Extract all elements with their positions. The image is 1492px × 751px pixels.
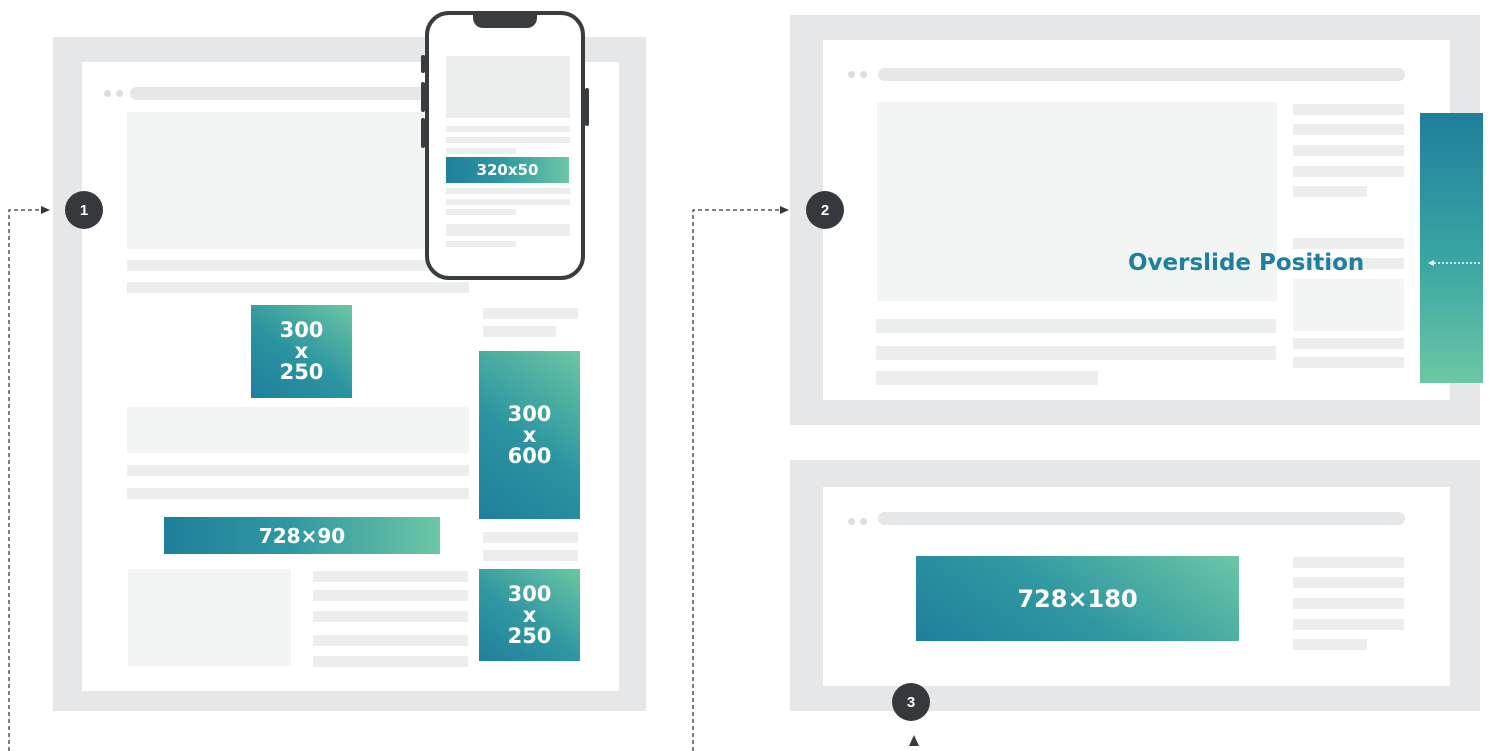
window-dot — [848, 518, 855, 525]
text-line — [446, 209, 516, 215]
ad-300x600-skyscraper: 300 x 600 — [479, 351, 580, 519]
window-dot — [104, 90, 111, 97]
mobile-phone-mockup: 320x50 — [425, 11, 585, 280]
sidebar-line — [1293, 166, 1404, 177]
arrow-right-icon — [41, 206, 50, 214]
text-line — [876, 346, 1276, 360]
sidebar-line — [483, 550, 578, 561]
window-dot — [848, 71, 855, 78]
step-badge-3: 3 — [892, 683, 930, 721]
sidebar-line — [1293, 639, 1367, 650]
text-line — [876, 371, 1098, 385]
text-line — [127, 260, 427, 271]
text-line — [446, 148, 516, 154]
text-line — [313, 656, 468, 667]
ad-overslide-panel — [1420, 113, 1483, 383]
connector-1 — [8, 209, 45, 751]
content-block-placeholder — [127, 407, 469, 453]
text-line — [446, 224, 570, 236]
window-dot — [860, 71, 867, 78]
sidebar-line — [483, 326, 556, 337]
ad-label: 300 x 250 — [279, 318, 324, 384]
sidebar-line — [1293, 557, 1404, 568]
hero-image-placeholder — [127, 112, 427, 249]
sidebar-line — [483, 308, 578, 319]
text-line — [127, 282, 469, 293]
step-badge-1: 1 — [65, 191, 103, 229]
arrow-up-icon — [909, 735, 919, 746]
phone-notch — [473, 14, 537, 28]
ad-300x250-inline: 300 x 250 — [251, 305, 352, 398]
ad-728x90-leaderboard: 728×90 — [164, 517, 440, 554]
window-dot — [860, 518, 867, 525]
step-badge-2: 2 — [806, 191, 844, 229]
text-line — [313, 635, 468, 646]
sidebar-line — [1293, 357, 1404, 368]
ad-label: 300 x 250 — [507, 581, 552, 648]
text-line — [313, 590, 468, 601]
sidebar-line — [1293, 238, 1404, 249]
ad-label: 728×180 — [1017, 584, 1138, 613]
arrow-right-icon — [780, 206, 789, 214]
text-line — [446, 137, 570, 143]
mobile-image-placeholder — [446, 56, 570, 118]
thumbnail-placeholder — [128, 569, 291, 666]
address-bar — [878, 512, 1405, 525]
text-line — [313, 611, 468, 622]
sidebar-line — [1293, 598, 1404, 609]
sidebar-line — [1293, 619, 1404, 630]
sidebar-line — [1293, 104, 1404, 115]
text-line — [127, 488, 469, 499]
sidebar-line — [1293, 577, 1404, 588]
address-bar — [878, 68, 1405, 81]
ad-728x180-billboard: 728×180 — [916, 556, 1239, 641]
ad-label: 320x50 — [476, 161, 539, 179]
sidebar-line — [1293, 124, 1404, 135]
sidebar-line — [1293, 145, 1404, 156]
arrow-left-icon — [1428, 260, 1482, 266]
connector-2 — [692, 209, 782, 751]
sidebar-line — [1293, 186, 1367, 197]
text-line — [446, 188, 570, 194]
sidebar-line — [1293, 338, 1404, 349]
text-line — [876, 319, 1276, 333]
window-dot — [116, 90, 123, 97]
sidebar-line — [483, 532, 578, 543]
text-line — [446, 241, 516, 247]
text-line — [313, 571, 468, 582]
ad-320x50-mobile: 320x50 — [446, 157, 569, 183]
overslide-position-label: Overslide Position — [1128, 250, 1365, 276]
ad-label: 300 x 600 — [507, 401, 552, 468]
text-line — [446, 199, 570, 205]
phone-button — [585, 88, 589, 126]
sidebar-image-placeholder — [1293, 279, 1404, 331]
text-line — [446, 126, 570, 132]
address-bar — [130, 87, 430, 100]
ad-300x250-sidebar: 300 x 250 — [479, 569, 580, 661]
text-line — [127, 465, 469, 476]
ad-label: 728×90 — [258, 523, 346, 548]
